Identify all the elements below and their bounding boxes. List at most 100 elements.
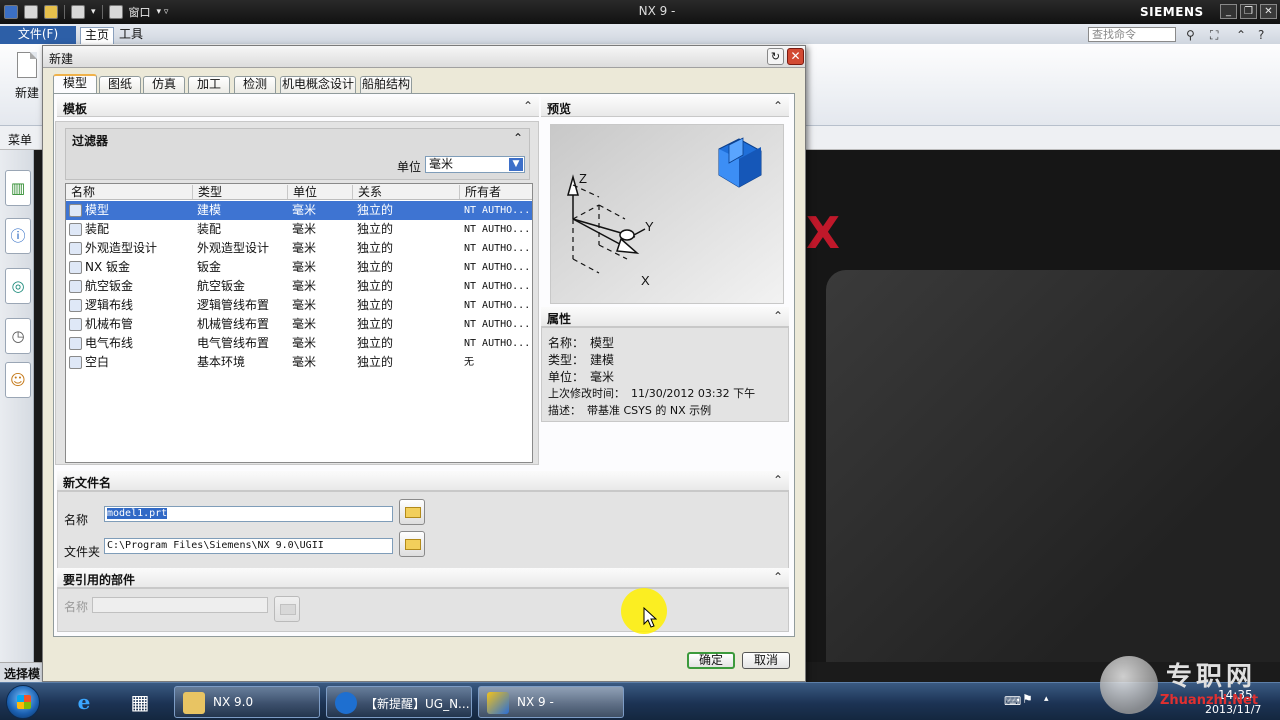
table-row[interactable]: 机械布管 机械管线布置 毫米 独立的 NT AUTHO...	[66, 315, 532, 334]
chevron-up-icon[interactable]: ⌃	[773, 99, 783, 113]
property-row: 描述： 带基准 CSYS 的 NX 示例	[548, 402, 711, 418]
fit-icon[interactable]: ⛶	[1210, 28, 1218, 43]
roles-icon[interactable]: ☺	[5, 362, 31, 398]
chevron-up-icon[interactable]: ⌃	[773, 570, 783, 584]
folder-icon	[280, 604, 296, 615]
chevron-up-icon[interactable]: ⌃	[1236, 28, 1246, 42]
unit-select[interactable]: 毫米 ▼	[425, 156, 525, 173]
table-row[interactable]: 外观造型设计 外观造型设计 毫米 独立的 NT AUTHO...	[66, 239, 532, 258]
keyboard-icon[interactable]: ⌨	[1004, 694, 1021, 708]
network-icon[interactable]: ⚑	[1022, 692, 1033, 706]
col-header-relation[interactable]: 关系	[353, 185, 460, 199]
chevron-up-icon[interactable]: ⌃	[523, 99, 533, 113]
col-header-owner[interactable]: 所有者	[460, 185, 532, 199]
watermark-text: 专职网	[1166, 662, 1257, 692]
tab-ship-structure[interactable]: 船舶结构	[360, 76, 412, 93]
restore-button[interactable]: ❐	[1240, 4, 1257, 19]
new-button[interactable]: 新建	[8, 52, 46, 112]
cell-type: 航空钣金	[197, 279, 246, 293]
tab-home[interactable]: 主页	[80, 27, 115, 44]
mouse-cursor-icon	[643, 607, 657, 628]
tab-manufacturing[interactable]: 加工	[188, 76, 230, 93]
browse-folder-button[interactable]	[399, 531, 425, 557]
col-header-type[interactable]: 类型	[193, 185, 288, 199]
property-row: 上次修改时间： 11/30/2012 03:32 下午	[548, 385, 755, 401]
search-icon[interactable]: ⚲	[1186, 28, 1195, 42]
cell-type: 机械管线布置	[197, 317, 270, 331]
taskbar-item-nx[interactable]: NX 9 -	[478, 686, 624, 718]
file-menu-tab[interactable]: 文件(F)	[0, 26, 76, 44]
chevron-up-icon[interactable]: ⌃	[513, 131, 523, 145]
tab-inspection[interactable]: 检测	[234, 76, 276, 93]
table-row[interactable]: 逻辑布线 逻辑管线布置 毫米 独立的 NT AUTHO...	[66, 296, 532, 315]
tab-tools[interactable]: 工具	[115, 27, 147, 44]
properties-section: 名称： 模型 类型： 建模 单位： 毫米 上次修改时间： 11/30/2012 03:3…	[541, 327, 789, 422]
start-button[interactable]	[6, 685, 40, 719]
chevron-up-icon[interactable]: ⌃	[773, 309, 783, 323]
file-name-input[interactable]: model1.prt	[104, 506, 393, 522]
template-icon	[69, 356, 82, 369]
template-icon	[69, 242, 82, 255]
calculator-icon[interactable]: ▦	[120, 686, 160, 718]
table-row[interactable]: 电气布线 电气管线布置 毫米 独立的 NT AUTHO...	[66, 334, 532, 353]
part-navigator-icon[interactable]: ⓘ	[5, 218, 31, 254]
graphics-window[interactable]: X	[806, 150, 1280, 662]
minimize-button[interactable]: _	[1220, 4, 1237, 19]
cell-type: 外观造型设计	[197, 241, 270, 255]
menu-button[interactable]: 菜单	[8, 131, 32, 148]
templates-section-header[interactable]: 模板 ⌃	[57, 97, 539, 117]
history-icon[interactable]: ◷	[5, 318, 31, 354]
new-file-section: 名称 model1.prt 文件夹 C:\Program Files\Sieme…	[57, 491, 789, 569]
table-row[interactable]: NX 钣金 钣金 毫米 独立的 NT AUTHO...	[66, 258, 532, 277]
new-file-section-header[interactable]: 新文件名 ⌃	[57, 471, 789, 491]
file-name-label: 名称	[64, 513, 89, 527]
background-shape	[826, 270, 1280, 662]
browse-name-button[interactable]	[399, 499, 425, 525]
cell-unit: 毫米	[292, 336, 317, 350]
reuse-library-icon[interactable]: ◎	[5, 268, 31, 304]
chevron-up-icon[interactable]: ⌃	[773, 473, 783, 487]
taskbar-item-nx-folder[interactable]: NX 9.0	[174, 686, 320, 718]
property-label: 上次修改时间：	[548, 387, 625, 400]
chevron-down-icon[interactable]: ▼	[509, 158, 523, 171]
command-search-input[interactable]: 查找命令	[1088, 27, 1176, 42]
dialog-title-bar: 新建 ↻ ✕	[43, 46, 805, 68]
internet-explorer-icon[interactable]: e	[64, 686, 104, 718]
tab-drawing[interactable]: 图纸	[99, 76, 141, 93]
table-row[interactable]: 装配 装配 毫米 独立的 NT AUTHO...	[66, 220, 532, 239]
ok-button[interactable]: 确定	[687, 652, 735, 669]
dialog-close-button[interactable]: ✕	[787, 48, 804, 65]
preview-header: 预览	[547, 102, 572, 116]
tab-mechatronics[interactable]: 机电概念设计	[280, 76, 356, 93]
table-row[interactable]: 模型 建模 毫米 独立的 NT AUTHO...	[66, 201, 532, 220]
watermark-url: Zhuanzhi.Net	[1160, 693, 1259, 708]
property-value: 建模	[590, 353, 615, 367]
tab-simulation[interactable]: 仿真	[143, 76, 185, 93]
cell-relation: 独立的	[357, 317, 394, 331]
folder-input[interactable]: C:\Program Files\Siemens\NX 9.0\UGII	[104, 538, 393, 554]
cell-name: 模型	[85, 203, 110, 217]
cancel-button[interactable]: 取消	[742, 652, 790, 669]
assembly-navigator-icon[interactable]: ▥	[5, 170, 31, 206]
taskbar-item-label: NX 9 -	[517, 695, 554, 709]
chevron-up-icon[interactable]: ▴	[1044, 694, 1049, 704]
taskbar-item-label: 【新提醒】UG_N...	[365, 697, 470, 711]
help-icon[interactable]: ?	[1258, 28, 1264, 42]
properties-section-header[interactable]: 属性 ⌃	[541, 307, 789, 327]
cell-name: 逻辑布线	[85, 298, 134, 312]
col-header-unit[interactable]: 单位	[288, 185, 353, 199]
close-button[interactable]: ✕	[1260, 4, 1277, 19]
col-header-name[interactable]: 名称	[66, 185, 193, 199]
siemens-logo: SIEMENS	[1140, 5, 1204, 19]
table-row[interactable]: 空白 基本环境 毫米 独立的 无	[66, 353, 532, 372]
cell-name: 机械布管	[85, 317, 134, 331]
template-icon	[69, 204, 82, 217]
preview-section-header[interactable]: 预览 ⌃	[541, 97, 789, 117]
referenced-parts-section-header[interactable]: 要引用的部件 ⌃	[57, 568, 789, 588]
taskbar-item-browser[interactable]: 【新提醒】UG_N...	[326, 686, 472, 718]
cell-relation: 独立的	[357, 336, 394, 350]
table-row[interactable]: 航空钣金 航空钣金 毫米 独立的 NT AUTHO...	[66, 277, 532, 296]
reset-button[interactable]: ↻	[767, 48, 784, 65]
tab-model[interactable]: 模型	[53, 74, 97, 93]
cell-owner: NT AUTHO...	[464, 243, 531, 254]
